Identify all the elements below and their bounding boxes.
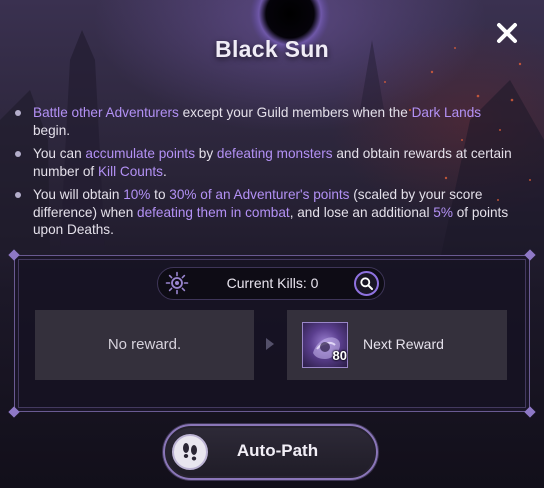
close-button[interactable] xyxy=(492,18,522,48)
current-reward-box: No reward. xyxy=(35,310,254,380)
rule-highlight-text: defeating them in combat xyxy=(137,204,290,220)
current-kills-label: Current Kills: 0 xyxy=(226,275,319,291)
rule-highlight-text: 5% xyxy=(433,204,453,220)
footprints-icon xyxy=(183,443,197,461)
rule-text: begin. xyxy=(33,122,71,138)
rule-item: Battle other Adventurers except your Gui… xyxy=(14,104,514,139)
auto-path-icon-badge xyxy=(172,434,208,470)
rule-highlight-text: 30% of an Adventurer's points xyxy=(169,187,350,202)
chevron-right-icon xyxy=(266,338,274,350)
rules-list: Battle other Adventurers except your Gui… xyxy=(14,104,514,245)
rule-text: to xyxy=(150,187,170,202)
close-icon xyxy=(497,23,517,43)
rule-item: You will obtain 10% to 30% of an Adventu… xyxy=(14,186,514,239)
dialog-title: Black Sun xyxy=(215,36,329,62)
search-icon xyxy=(360,277,373,290)
sun-emblem-icon xyxy=(165,271,189,295)
bullet-dot-icon xyxy=(15,110,21,116)
rule-text: . xyxy=(162,163,167,179)
kills-search-button[interactable] xyxy=(354,271,379,296)
rule-highlight-text: Dark Lands xyxy=(411,105,482,120)
rule-text: except your Guild members when the xyxy=(178,105,412,120)
rule-highlight-text: Battle other Adventurers xyxy=(33,105,179,120)
bullet-dot-icon xyxy=(15,151,21,157)
reward-item-count: 80 xyxy=(332,348,347,363)
rule-highlight-text: accumulate points xyxy=(85,146,195,161)
rule-text: You can xyxy=(33,146,86,161)
rule-highlight-text: 10% xyxy=(123,187,151,202)
rule-text: You will obtain xyxy=(33,187,124,202)
auto-path-label: Auto-Path xyxy=(236,441,319,460)
bullet-dot-icon xyxy=(15,192,21,198)
rule-highlight-text: defeating monsters xyxy=(216,146,333,161)
rule-text: by xyxy=(195,146,217,161)
rule-text: , and lose an additional xyxy=(289,204,434,220)
next-reward-label: Next Reward xyxy=(363,336,444,352)
rule-item: You can accumulate points by defeating m… xyxy=(14,145,514,180)
rule-highlight-text: Kill Counts xyxy=(97,163,163,179)
